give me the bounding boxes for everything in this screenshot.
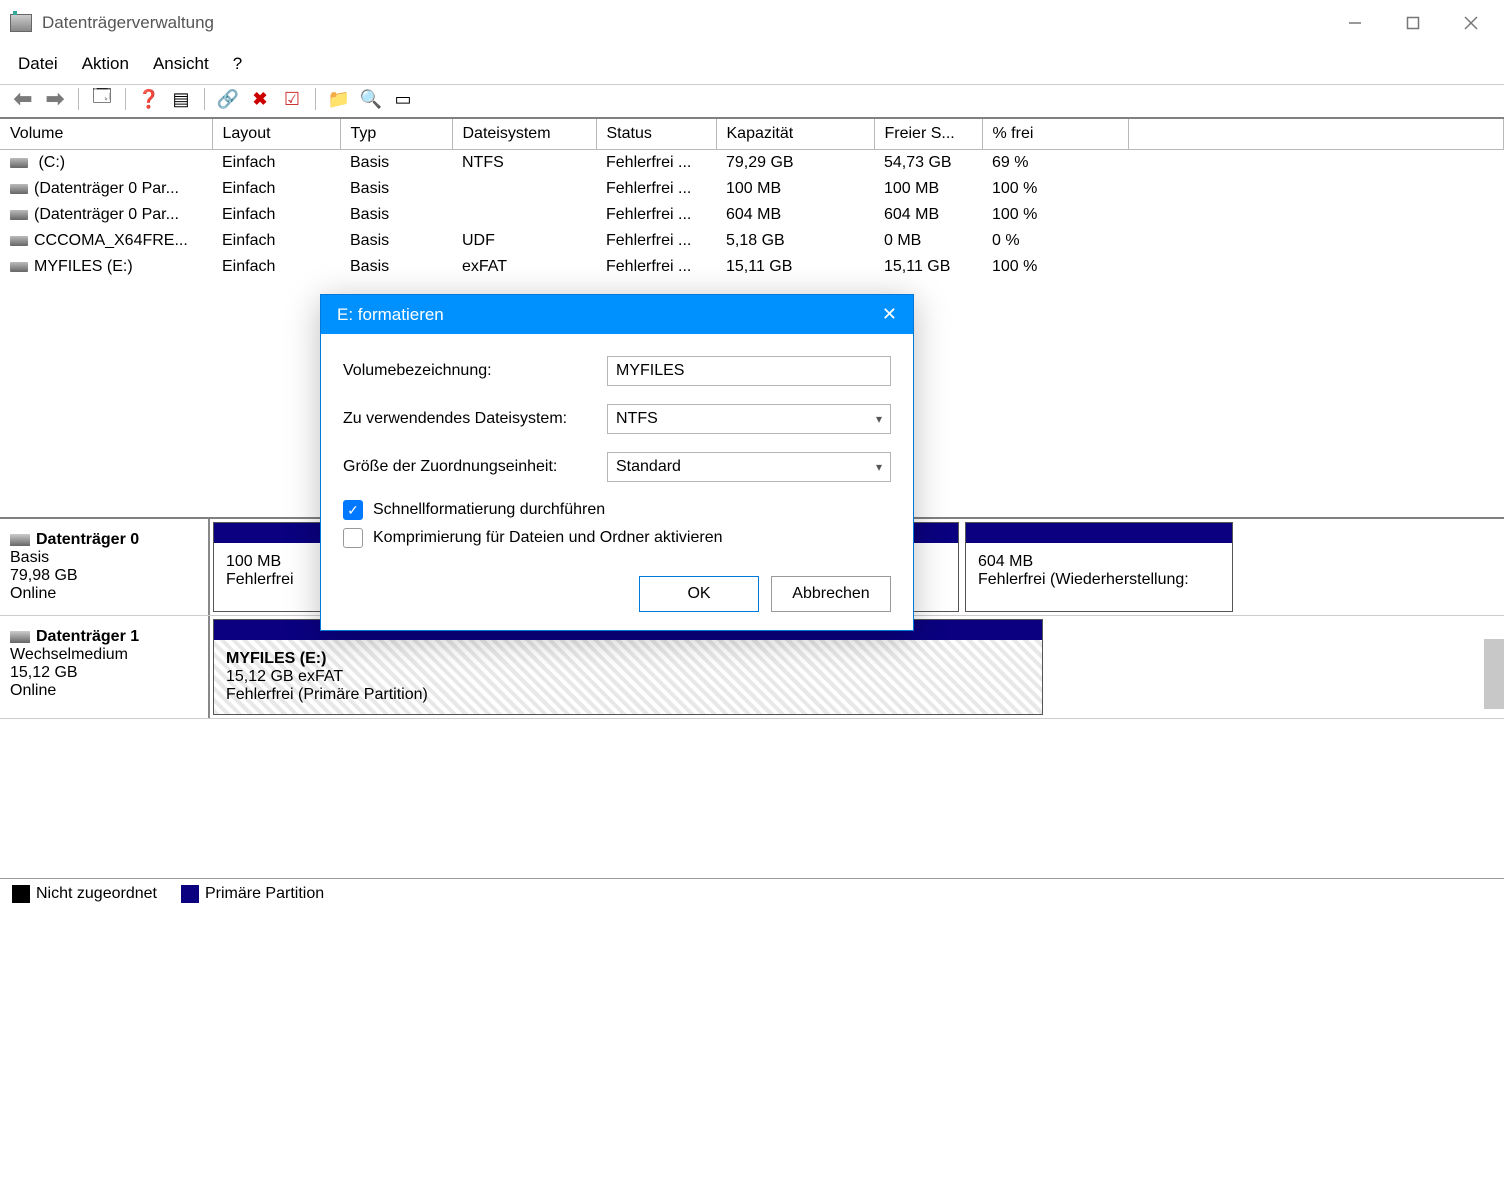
close-button[interactable] bbox=[1442, 3, 1500, 43]
col-status[interactable]: Status bbox=[596, 119, 716, 150]
chevron-down-icon: ▾ bbox=[876, 460, 882, 474]
titlebar: Datenträgerverwaltung bbox=[0, 0, 1504, 46]
compression-label: Komprimierung für Dateien und Ordner akt… bbox=[373, 529, 723, 547]
chevron-down-icon: ▾ bbox=[876, 412, 882, 426]
dialog-title: E: formatieren bbox=[337, 305, 444, 325]
volume-label-input[interactable] bbox=[607, 356, 891, 386]
partition[interactable]: 604 MBFehlerfrei (Wiederherstellung: bbox=[965, 522, 1233, 612]
quick-format-label: Schnellformatierung durchführen bbox=[373, 501, 605, 519]
forward-button[interactable]: ➡ bbox=[42, 87, 68, 111]
ok-button[interactable]: OK bbox=[639, 576, 759, 612]
table-row[interactable]: (Datenträger 0 Par...EinfachBasisFehlerf… bbox=[0, 202, 1504, 228]
scrollbar-thumb[interactable] bbox=[1484, 639, 1504, 709]
disk-icon bbox=[10, 262, 28, 272]
table-row[interactable]: CCCOMA_X64FRE...EinfachBasisUDFFehlerfre… bbox=[0, 228, 1504, 254]
col-layout[interactable]: Layout bbox=[212, 119, 340, 150]
disk-icon bbox=[10, 236, 28, 246]
filesystem-select[interactable]: NTFS ▾ bbox=[607, 404, 891, 434]
delete-icon[interactable]: ✖ bbox=[247, 87, 273, 111]
disk-icon bbox=[10, 210, 28, 220]
col-type[interactable]: Typ bbox=[340, 119, 452, 150]
back-button[interactable]: ⬅ bbox=[10, 87, 36, 111]
table-row[interactable]: (C:)EinfachBasisNTFSFehlerfrei ...79,29 … bbox=[0, 150, 1504, 177]
filesystem-value: NTFS bbox=[616, 410, 658, 428]
legend-primary-swatch bbox=[181, 885, 199, 903]
disk-info: Datenträger 0Basis79,98 GBOnline bbox=[0, 519, 210, 615]
col-pctfree[interactable]: % frei bbox=[982, 119, 1128, 150]
format-dialog: E: formatieren ✕ Volumebezeichnung: Zu v… bbox=[320, 294, 914, 631]
window-title: Datenträgerverwaltung bbox=[42, 13, 214, 33]
window-controls bbox=[1326, 3, 1500, 43]
filesystem-label: Zu verwendendes Dateisystem: bbox=[343, 410, 607, 428]
dialog-titlebar: E: formatieren ✕ bbox=[321, 295, 913, 334]
col-filesystem[interactable]: Dateisystem bbox=[452, 119, 596, 150]
partition[interactable]: MYFILES (E:)15,12 GB exFATFehlerfrei (Pr… bbox=[213, 619, 1043, 715]
allocation-label: Größe der Zuordnungseinheit: bbox=[343, 458, 607, 476]
minimize-button[interactable] bbox=[1326, 3, 1384, 43]
menu-action[interactable]: Aktion bbox=[82, 54, 129, 74]
action-list-icon[interactable]: ▤ bbox=[168, 87, 194, 111]
menu-view[interactable]: Ansicht bbox=[153, 54, 209, 74]
volume-label-label: Volumebezeichnung: bbox=[343, 362, 607, 380]
legend: Nicht zugeordnet Primäre Partition bbox=[0, 879, 1504, 909]
quick-format-checkbox[interactable]: ✓ bbox=[343, 500, 363, 520]
disk-icon bbox=[10, 158, 28, 168]
menu-file[interactable]: Datei bbox=[18, 54, 58, 74]
app-icon bbox=[10, 14, 32, 32]
column-headers: Volume Layout Typ Dateisystem Status Kap… bbox=[0, 119, 1504, 150]
disk-icon bbox=[10, 184, 28, 194]
compression-checkbox[interactable] bbox=[343, 528, 363, 548]
folder-search-icon[interactable]: 🔍 bbox=[358, 87, 384, 111]
menubar: Datei Aktion Ansicht ? bbox=[0, 46, 1504, 84]
col-freespace[interactable]: Freier S... bbox=[874, 119, 982, 150]
folder-up-icon[interactable]: 📁 bbox=[326, 87, 352, 111]
check-icon[interactable]: ☑ bbox=[279, 87, 305, 111]
table-row[interactable]: (Datenträger 0 Par...EinfachBasisFehlerf… bbox=[0, 176, 1504, 202]
properties-icon[interactable]: ▭ bbox=[390, 87, 416, 111]
cancel-button[interactable]: Abbrechen bbox=[771, 576, 891, 612]
maximize-button[interactable] bbox=[1384, 3, 1442, 43]
disk-row: Datenträger 1Wechselmedium15,12 GBOnline… bbox=[0, 616, 1504, 719]
menu-help[interactable]: ? bbox=[233, 54, 242, 74]
col-volume[interactable]: Volume bbox=[0, 119, 212, 150]
toolbar: ⬅ ➡ 🗔 ❓ ▤ 🔗 ✖ ☑ 📁 🔍 ▭ bbox=[0, 84, 1504, 119]
col-capacity[interactable]: Kapazität bbox=[716, 119, 874, 150]
legend-primary-label: Primäre Partition bbox=[205, 885, 324, 902]
help-icon[interactable]: ❓ bbox=[136, 87, 162, 111]
disk-info: Datenträger 1Wechselmedium15,12 GBOnline bbox=[0, 616, 210, 718]
legend-unallocated-label: Nicht zugeordnet bbox=[36, 885, 157, 902]
allocation-select[interactable]: Standard ▾ bbox=[607, 452, 891, 482]
disk-icon bbox=[10, 534, 30, 546]
legend-unallocated-swatch bbox=[12, 885, 30, 903]
disk-icon bbox=[10, 631, 30, 643]
allocation-value: Standard bbox=[616, 458, 681, 476]
connect-icon[interactable]: 🔗 bbox=[215, 87, 241, 111]
table-row[interactable]: MYFILES (E:)EinfachBasisexFATFehlerfrei … bbox=[0, 254, 1504, 280]
dialog-close-button[interactable]: ✕ bbox=[882, 304, 897, 325]
show-hide-icon[interactable]: 🗔 bbox=[89, 87, 115, 111]
